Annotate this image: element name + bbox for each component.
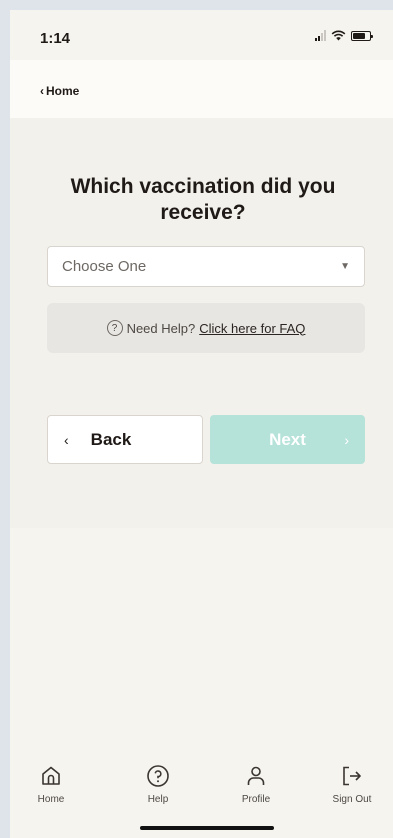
home-icon: [42, 766, 60, 785]
back-button-label: Back: [90, 429, 132, 449]
sign-out-icon: [343, 766, 361, 786]
main-content: Which vaccination did you receive? Choos…: [10, 118, 393, 528]
tab-profile-label: Profile: [241, 794, 271, 805]
status-icons: [315, 30, 373, 41]
tab-sign-out[interactable]: Sign Out: [317, 764, 387, 805]
back-button[interactable]: ‹ Back: [47, 415, 203, 464]
chevron-left-icon: ‹: [40, 84, 44, 98]
faq-link[interactable]: Click here for FAQ: [199, 321, 305, 336]
tab-home-label: Home: [37, 794, 65, 805]
back-home-label: Home: [46, 84, 80, 98]
select-placeholder: Choose One: [62, 258, 147, 275]
next-button-label: Next: [269, 429, 306, 449]
next-button[interactable]: Next ›: [210, 415, 365, 464]
tab-help-label: Help: [147, 794, 169, 805]
chevron-right-icon: ›: [344, 431, 349, 448]
tab-profile[interactable]: Profile: [221, 764, 291, 805]
status-bar: 1:14: [10, 10, 393, 60]
tab-home[interactable]: Home: [16, 764, 86, 805]
question-icon: ?: [106, 320, 123, 336]
battery-icon: [351, 30, 373, 41]
chevron-down-icon: ▼: [340, 261, 350, 272]
page-title: Which vaccination did you receive?: [70, 175, 336, 224]
back-home-link[interactable]: ‹ Home: [40, 84, 79, 98]
tab-help[interactable]: Help: [123, 764, 193, 805]
profile-icon: [247, 766, 265, 785]
vaccination-select[interactable]: Choose One ▼: [47, 246, 365, 287]
chevron-left-icon: ‹: [64, 431, 69, 448]
status-time: 1:14: [40, 30, 71, 47]
help-box: ? Need Help? Click here for FAQ: [47, 303, 365, 353]
home-indicator: [140, 826, 274, 830]
help-prefix: Need Help?: [126, 320, 196, 336]
tab-sign-out-label: Sign Out: [332, 794, 372, 805]
signal-icon: [315, 30, 326, 41]
top-nav: ‹ Home: [10, 60, 393, 118]
help-icon: [147, 765, 169, 787]
phone-screen: 1:14 ‹ Home Which vaccination did you re…: [10, 10, 393, 838]
wifi-icon: [331, 30, 346, 41]
